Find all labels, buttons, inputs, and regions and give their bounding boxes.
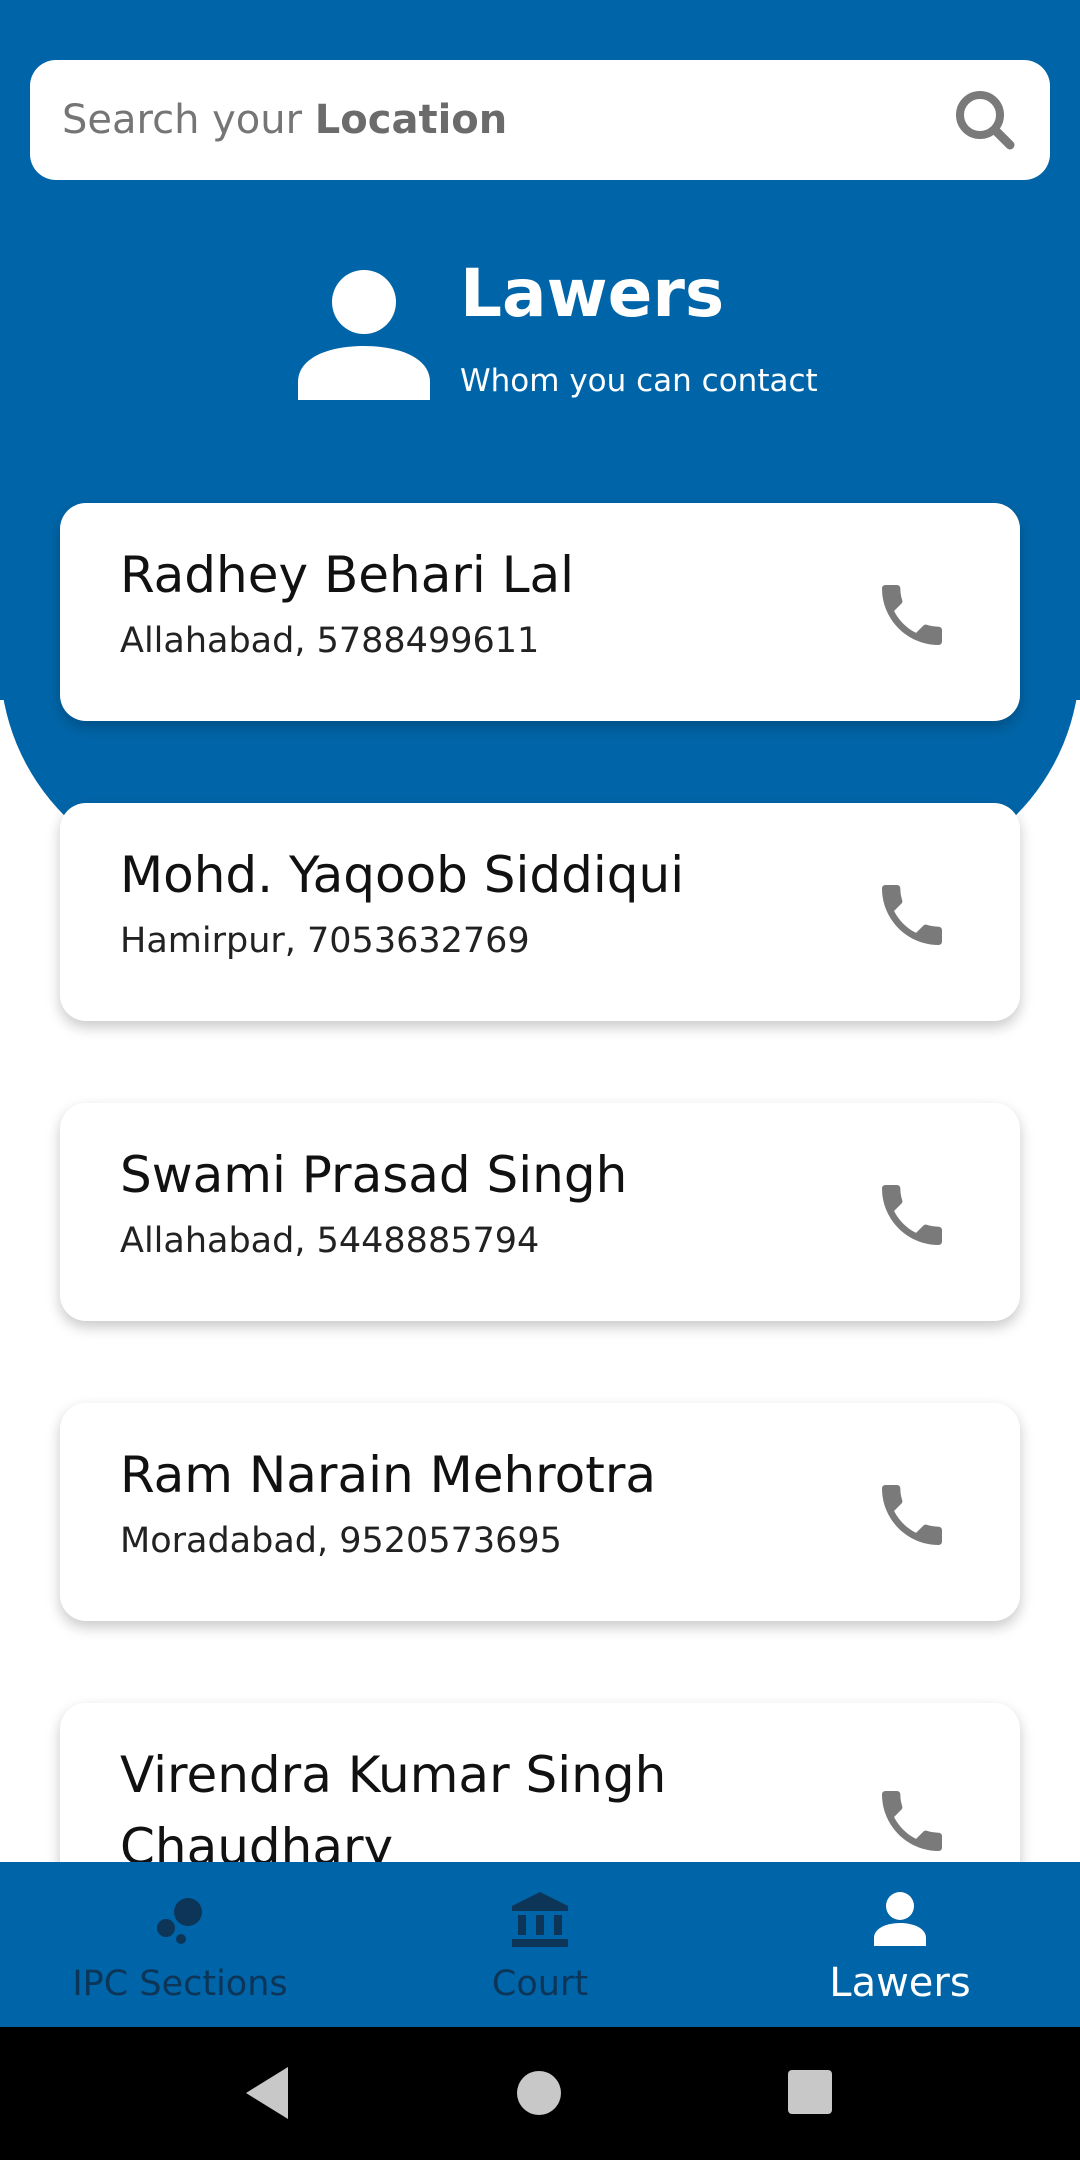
home-icon[interactable] [516, 2065, 562, 2121]
nav-label: Court [491, 1964, 589, 2004]
nav-item-court[interactable]: Court [360, 1862, 720, 2027]
lawyer-card[interactable]: Ram Narain Mehrotra Moradabad, 952057369… [60, 1403, 1020, 1621]
hero-section: Lawers Whom you can contact [298, 255, 858, 415]
nav-item-lawers[interactable]: Lawers [720, 1862, 1080, 2027]
search-bar[interactable]: Search your Location [30, 60, 1050, 180]
lawyer-location-phone: Hamirpur, 7053632769 [120, 921, 530, 961]
search-input[interactable]: Search your Location [62, 97, 952, 143]
recents-icon[interactable] [786, 2065, 834, 2121]
lawyer-card[interactable]: Swami Prasad Singh Allahabad, 5448885794 [60, 1103, 1020, 1321]
back-icon[interactable] [244, 2065, 290, 2121]
phone-icon[interactable] [872, 1175, 952, 1255]
lawyer-location-phone: Allahabad, 5448885794 [120, 1221, 540, 1261]
lawyer-name: Ram Narain Mehrotra [120, 1446, 657, 1504]
search-placeholder-bold: Location [314, 97, 508, 143]
search-icon[interactable] [952, 87, 1018, 153]
lawyer-card[interactable]: Radhey Behari Lal Allahabad, 5788499611 [60, 503, 1020, 721]
nav-label: Lawers [829, 1960, 971, 2006]
bubbles-icon [157, 1898, 202, 1944]
lawyer-location-phone: Moradabad, 9520573695 [120, 1521, 562, 1561]
lawyer-name: Radhey Behari Lal [120, 546, 575, 604]
system-navigation-bar [0, 2027, 1080, 2160]
search-placeholder-prefix: Search your [62, 97, 315, 143]
page-title: Lawers [460, 255, 725, 332]
nav-label: IPC Sections [72, 1964, 288, 2004]
lawyer-location-phone: Allahabad, 5788499611 [120, 621, 540, 661]
phone-icon[interactable] [872, 575, 952, 655]
phone-icon[interactable] [872, 1475, 952, 1555]
nav-item-ipc-sections[interactable]: IPC Sections [0, 1862, 360, 2027]
lawyer-card[interactable]: Mohd. Yaqoob Siddiqui Hamirpur, 70536327… [60, 803, 1020, 1021]
page-subtitle: Whom you can contact [460, 363, 818, 399]
phone-icon[interactable] [872, 1781, 952, 1861]
bank-icon [512, 1892, 568, 1947]
person-icon [874, 1892, 926, 1946]
lawyer-name: Swami Prasad Singh [120, 1146, 628, 1204]
person-icon [298, 270, 430, 400]
bottom-navigation: IPC Sections Court Lawers [0, 1862, 1080, 2027]
phone-icon[interactable] [872, 875, 952, 955]
lawyer-name: Mohd. Yaqoob Siddiqui [120, 846, 685, 904]
